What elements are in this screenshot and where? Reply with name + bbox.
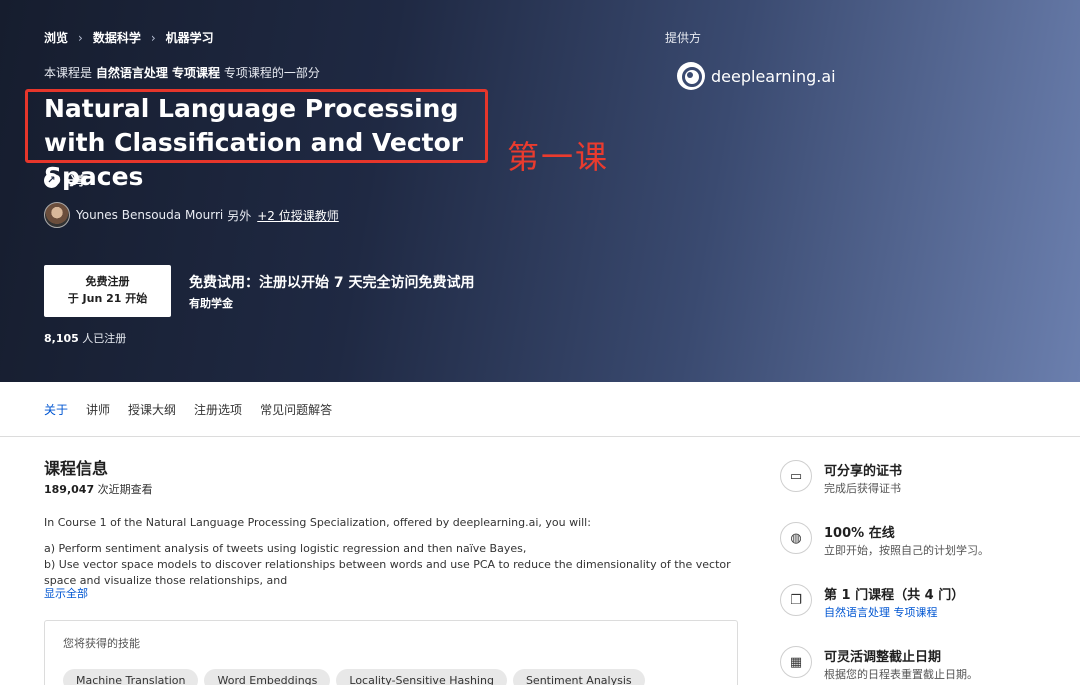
course-description: In Course 1 of the Natural Language Proc… <box>44 515 738 589</box>
globe-icon: ◍ <box>780 522 812 554</box>
views-number: 189,047 <box>44 483 95 496</box>
skill-chip[interactable]: Word Embeddings <box>204 669 331 685</box>
feature-deadlines: ▦ 可灵活调整截止日期 根据您的日程表重置截止日期。 <box>780 646 1040 685</box>
tab-instructors[interactable]: 讲师 <box>86 401 110 418</box>
skill-chips: Machine Translation Word Embeddings Loca… <box>63 669 645 685</box>
instructors: Younes Bensouda Mourri 另外 +2 位授课教师 <box>44 202 339 228</box>
show-all-link[interactable]: 显示全部 <box>44 585 88 601</box>
certificate-icon: ▭ <box>780 460 812 492</box>
feature-course-number: ❐ 第 1 门课程（共 4 门） 自然语言处理 专项课程 <box>780 584 1040 646</box>
skill-chip[interactable]: Machine Translation <box>63 669 199 685</box>
provider-logo[interactable]: deeplearning.ai <box>677 62 836 90</box>
avatar[interactable] <box>44 202 70 228</box>
feature-title: 100% 在线 <box>824 526 895 541</box>
share-button[interactable]: ↗ 分享 <box>44 172 88 189</box>
enroll-label: 免费注册 <box>85 275 130 288</box>
part-of-prefix: 本课程是 <box>44 66 93 80</box>
feature-certificate: ▭ 可分享的证书 完成后获得证书 <box>780 460 1040 522</box>
breadcrumb-data-science[interactable]: 数据科学 <box>93 29 141 46</box>
instructor-name[interactable]: Younes Bensouda Mourri <box>76 208 223 222</box>
calendar-icon: ▦ <box>780 646 812 678</box>
feature-title: 可灵活调整截止日期 <box>824 650 942 665</box>
more-instructors-link[interactable]: +2 位授课教师 <box>257 207 339 224</box>
feature-title: 可分享的证书 <box>824 464 903 479</box>
course-features: ▭ 可分享的证书 完成后获得证书 ◍ 100% 在线 立即开始，按照自己的计划学… <box>780 460 1040 685</box>
annotation-label: 第一课 <box>507 138 610 176</box>
course-hero: 浏览 › 数据科学 › 机器学习 本课程是 自然语言处理 专项课程 专项课程的一… <box>0 0 1080 382</box>
views-suffix: 次近期查看 <box>97 483 153 496</box>
share-icon: ↗ <box>44 173 59 188</box>
specialization-link[interactable]: 自然语言处理 专项课程 <box>824 604 938 620</box>
skills-panel: 您将获得的技能 Machine Translation Word Embeddi… <box>44 620 738 685</box>
enrolled-count: 8,105 人已注册 <box>44 330 126 346</box>
recent-views: 189,047 次近期查看 <box>44 481 738 497</box>
tab-about[interactable]: 关于 <box>44 401 68 418</box>
provider-name: deeplearning.ai <box>711 66 836 86</box>
skill-chip[interactable]: Locality-Sensitive Hashing <box>336 669 507 685</box>
skills-title: 您将获得的技能 <box>63 637 140 650</box>
tab-faq[interactable]: 常见问题解答 <box>260 401 332 418</box>
specialization-link[interactable]: 自然语言处理 专项课程 <box>96 66 220 80</box>
feature-online: ◍ 100% 在线 立即开始，按照自己的计划学习。 <box>780 522 1040 584</box>
feature-subtitle: 根据您的日程表重置截止日期。 <box>824 668 978 681</box>
breadcrumb-machine-learning[interactable]: 机器学习 <box>166 29 214 46</box>
enrolled-suffix: 人已注册 <box>82 332 127 345</box>
provider-label: 提供方 <box>665 31 702 45</box>
trial-title: 免费试用：注册以开始 7 天完全访问免费试用 <box>189 275 475 291</box>
chevron-right-icon: › <box>78 30 83 45</box>
financial-aid-link[interactable]: 有助学金 <box>189 295 475 311</box>
tab-syllabus[interactable]: 授课大纲 <box>128 401 176 418</box>
description-item-a: a) Perform sentiment analysis of tweets … <box>44 542 527 555</box>
feature-title: 第 1 门课程（共 4 门） <box>824 588 965 603</box>
enroll-button[interactable]: 免费注册 于 Jun 21 开始 <box>44 265 171 317</box>
highlight-box <box>25 89 488 163</box>
chevron-right-icon: › <box>150 30 156 45</box>
enrolled-number: 8,105 <box>44 332 79 345</box>
share-label: 分享 <box>64 174 89 188</box>
course-info-heading: 课程信息 <box>44 459 109 478</box>
description-item-b: b) Use vector space models to discover r… <box>44 558 731 587</box>
free-trial-info: 免费试用：注册以开始 7 天完全访问免费试用 有助学金 <box>189 272 475 311</box>
deeplearning-logo-icon <box>677 62 705 90</box>
course-info: 课程信息 189,047 次近期查看 In Course 1 of the Na… <box>44 455 738 685</box>
section-tabs: 关于 讲师 授课大纲 注册选项 常见问题解答 <box>0 382 1080 437</box>
tab-enrollment-options[interactable]: 注册选项 <box>194 401 242 418</box>
breadcrumb-browse[interactable]: 浏览 <box>44 29 68 46</box>
skill-chip[interactable]: Sentiment Analysis <box>512 669 645 685</box>
feature-subtitle: 立即开始，按照自己的计划学习。 <box>824 544 989 557</box>
feature-subtitle: 完成后获得证书 <box>824 482 901 495</box>
breadcrumb: 浏览 › 数据科学 › 机器学习 <box>44 29 214 46</box>
specialization-note: 本课程是 自然语言处理 专项课程 专项课程的一部分 <box>44 64 320 81</box>
description-intro: In Course 1 of the Natural Language Proc… <box>44 516 591 529</box>
part-of-suffix: 专项课程的一部分 <box>223 66 320 80</box>
stack-icon: ❐ <box>780 584 812 616</box>
instructor-other: 另外 <box>227 208 252 223</box>
enroll-start-date: 于 Jun 21 开始 <box>67 292 148 305</box>
